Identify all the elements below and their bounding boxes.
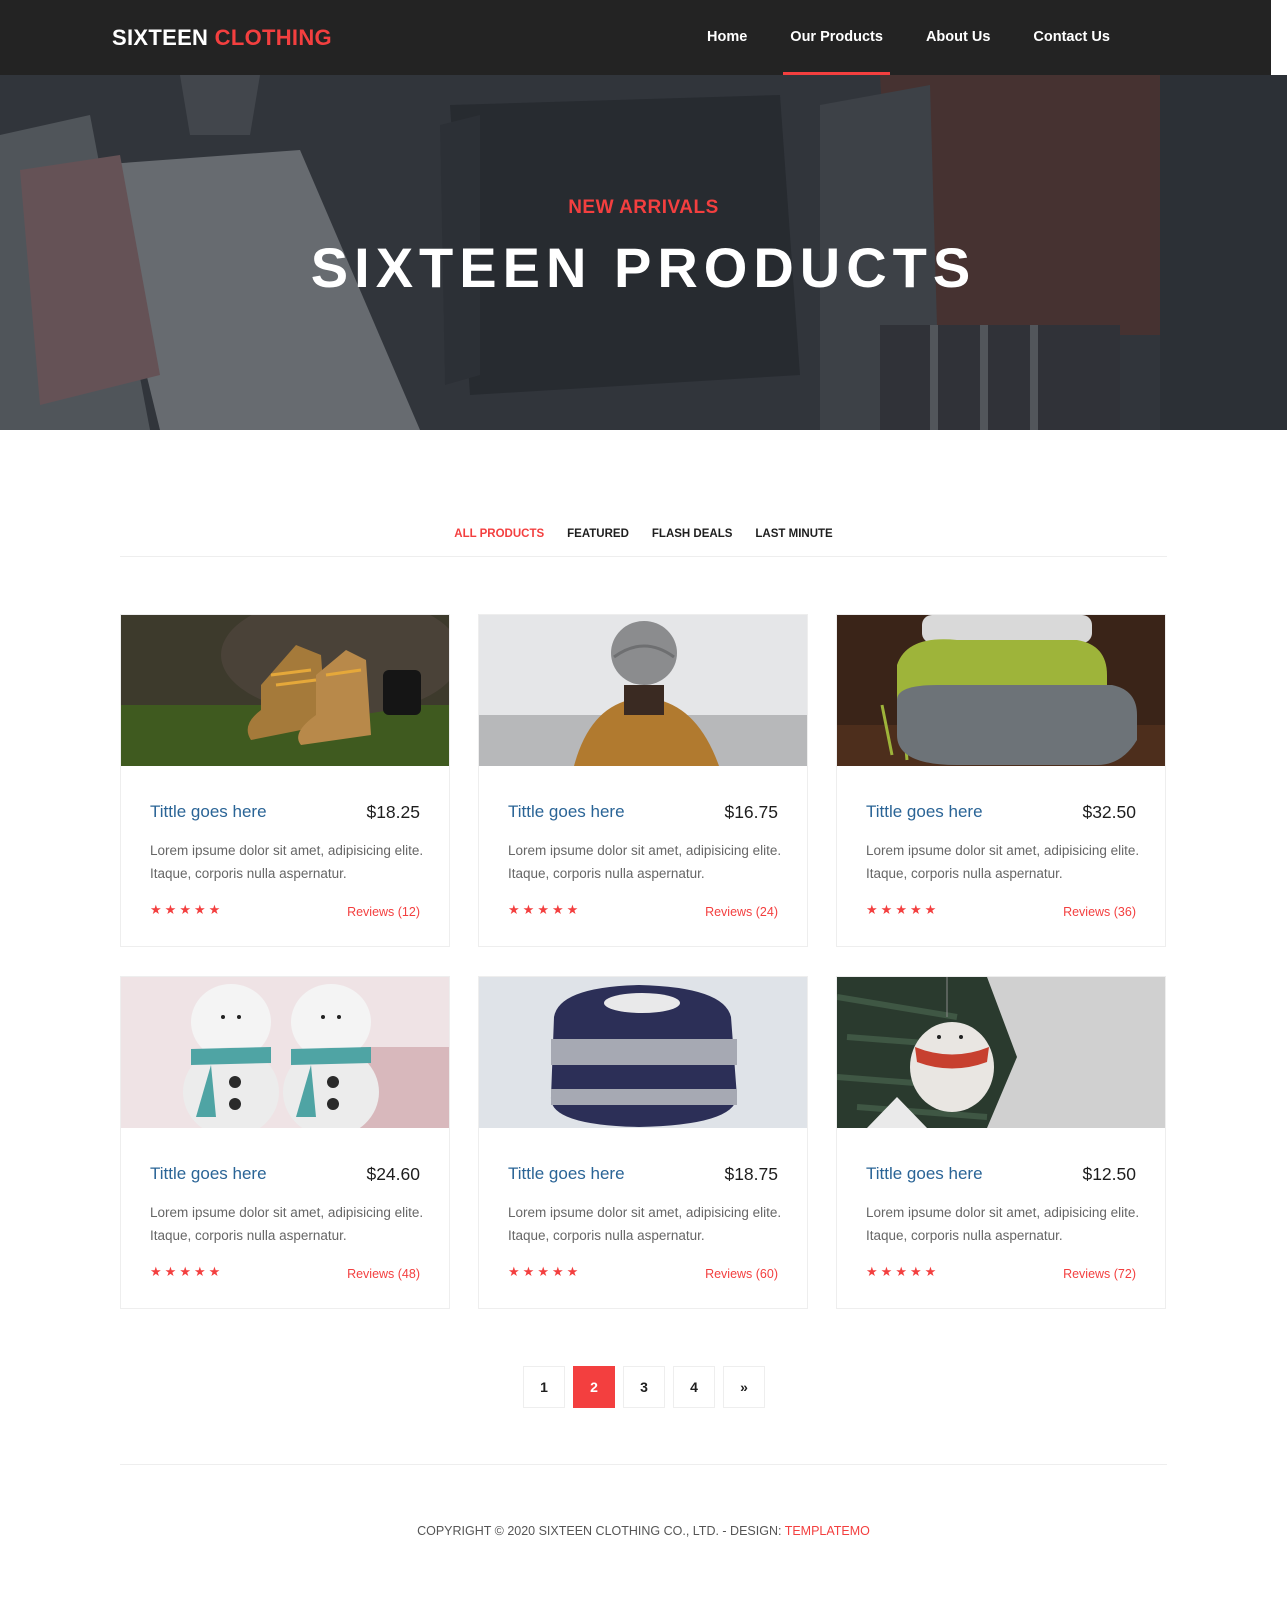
- product-description: Lorem ipsume dolor sit amet, adipisicing…: [150, 1205, 424, 1243]
- rating-stars: ★ ★ ★ ★ ★: [508, 902, 578, 918]
- star-icon: ★: [537, 1264, 549, 1279]
- hero-banner: NEW ARRIVALS SIXTEEN PRODUCTS: [0, 75, 1287, 430]
- star-icon: ★: [208, 902, 221, 917]
- star-icon: ★: [522, 1264, 535, 1279]
- hero-title: SIXTEEN PRODUCTS: [310, 236, 977, 299]
- product-price: $16.75: [724, 802, 778, 822]
- product-image-beanie-jacket[interactable]: [479, 615, 807, 766]
- site-header: SIXTEEN CLOTHING Home Our Products About…: [0, 0, 1271, 75]
- pagination: 1 2 3 4 »: [523, 1366, 765, 1408]
- product-card[interactable]: Tittle goes here $32.50 Lorem ipsume dol…: [836, 614, 1166, 947]
- reviews-link[interactable]: Reviews (48): [347, 1267, 420, 1281]
- footer-copyright: COPYRIGHT © 2020 SIXTEEN CLOTHING CO., L…: [0, 1524, 1287, 1538]
- star-icon: ★: [508, 1264, 520, 1279]
- star-icon: ★: [193, 1264, 206, 1279]
- product-title[interactable]: Tittle goes here: [150, 1164, 267, 1184]
- product-price: $32.50: [1082, 802, 1136, 822]
- rating-stars: ★ ★ ★ ★ ★: [508, 1264, 578, 1280]
- nav-our-products[interactable]: Our Products: [783, 0, 890, 75]
- nav-about-us[interactable]: About Us: [919, 0, 997, 75]
- page-4-button[interactable]: 4: [673, 1366, 715, 1408]
- product-description: Lorem ipsume dolor sit amet, adipisicing…: [866, 843, 1140, 881]
- reviews-link[interactable]: Reviews (60): [705, 1267, 778, 1281]
- product-card[interactable]: Tittle goes here $12.50 Lorem ipsume dol…: [836, 976, 1166, 1309]
- product-card[interactable]: Tittle goes here $24.60 Lorem ipsume dol…: [120, 976, 450, 1309]
- star-icon: ★: [537, 902, 549, 917]
- product-image-boots[interactable]: [121, 615, 449, 766]
- filter-featured[interactable]: FEATURED: [567, 525, 629, 556]
- footer-divider: [120, 1464, 1167, 1465]
- reviews-link[interactable]: Reviews (12): [347, 905, 420, 919]
- brand-name-part1: SIXTEEN: [112, 25, 209, 50]
- nav-contact-us[interactable]: Contact Us: [1026, 0, 1117, 75]
- star-icon: ★: [150, 1264, 162, 1279]
- star-icon: ★: [880, 902, 893, 917]
- star-icon: ★: [566, 1264, 579, 1279]
- star-icon: ★: [179, 902, 191, 917]
- copyright-text: COPYRIGHT © 2020 SIXTEEN CLOTHING CO., L…: [417, 1524, 782, 1538]
- star-icon: ★: [164, 902, 177, 917]
- star-icon: ★: [566, 902, 579, 917]
- nav-home[interactable]: Home: [700, 0, 754, 75]
- star-icon: ★: [551, 1264, 564, 1279]
- rating-stars: ★ ★ ★ ★ ★: [866, 1264, 936, 1280]
- star-icon: ★: [208, 1264, 221, 1279]
- product-image-ornament[interactable]: [837, 977, 1165, 1128]
- rating-stars: ★ ★ ★ ★ ★: [150, 1264, 220, 1280]
- star-icon: ★: [179, 1264, 191, 1279]
- rating-stars: ★ ★ ★ ★ ★: [150, 902, 220, 918]
- product-description: Lorem ipsume dolor sit amet, adipisicing…: [150, 843, 424, 881]
- star-icon: ★: [909, 902, 922, 917]
- product-description: Lorem ipsume dolor sit amet, adipisicing…: [508, 843, 782, 881]
- star-icon: ★: [193, 902, 206, 917]
- page-1-button[interactable]: 1: [523, 1366, 565, 1408]
- page-3-button[interactable]: 3: [623, 1366, 665, 1408]
- main-nav: Home Our Products About Us Contact Us: [700, 0, 1146, 75]
- product-description: Lorem ipsume dolor sit amet, adipisicing…: [866, 1205, 1140, 1243]
- product-image-snowmen[interactable]: [121, 977, 449, 1128]
- product-card[interactable]: Tittle goes here $18.75 Lorem ipsume dol…: [478, 976, 808, 1309]
- product-card[interactable]: Tittle goes here $16.75 Lorem ipsume dol…: [478, 614, 808, 947]
- reviews-link[interactable]: Reviews (24): [705, 905, 778, 919]
- star-icon: ★: [880, 1264, 893, 1279]
- product-price: $18.25: [366, 802, 420, 822]
- product-filters: ALL PRODUCTS FEATURED FLASH DEALS LAST M…: [120, 525, 1167, 557]
- product-title[interactable]: Tittle goes here: [508, 1164, 625, 1184]
- product-price: $24.60: [366, 1164, 420, 1184]
- product-image-scarves[interactable]: [837, 615, 1165, 766]
- product-price: $12.50: [1082, 1164, 1136, 1184]
- page-2-button[interactable]: 2: [573, 1366, 615, 1408]
- star-icon: ★: [866, 1264, 878, 1279]
- star-icon: ★: [522, 902, 535, 917]
- filter-all-products[interactable]: ALL PRODUCTS: [454, 525, 544, 556]
- star-icon: ★: [150, 902, 162, 917]
- star-icon: ★: [866, 902, 878, 917]
- star-icon: ★: [895, 902, 907, 917]
- reviews-link[interactable]: Reviews (36): [1063, 905, 1136, 919]
- brand-name-part2: CLOTHING: [214, 25, 332, 50]
- star-icon: ★: [924, 902, 937, 917]
- product-title[interactable]: Tittle goes here: [150, 802, 267, 822]
- next-page-button[interactable]: »: [723, 1366, 765, 1408]
- product-title[interactable]: Tittle goes here: [866, 802, 983, 822]
- product-title[interactable]: Tittle goes here: [508, 802, 625, 822]
- star-icon: ★: [164, 1264, 177, 1279]
- hero-subtitle: NEW ARRIVALS: [568, 197, 719, 218]
- product-description: Lorem ipsume dolor sit amet, adipisicing…: [508, 1205, 782, 1243]
- star-icon: ★: [895, 1264, 907, 1279]
- filter-last-minute[interactable]: LAST MINUTE: [755, 525, 832, 556]
- star-icon: ★: [508, 902, 520, 917]
- star-icon: ★: [551, 902, 564, 917]
- product-image-sweater[interactable]: [479, 977, 807, 1128]
- rating-stars: ★ ★ ★ ★ ★: [866, 902, 936, 918]
- filter-flash-deals[interactable]: FLASH DEALS: [652, 525, 733, 556]
- star-icon: ★: [909, 1264, 922, 1279]
- brand-logo[interactable]: SIXTEEN CLOTHING: [112, 25, 332, 51]
- star-icon: ★: [924, 1264, 937, 1279]
- product-card[interactable]: Tittle goes here $18.25 Lorem ipsume dol…: [120, 614, 450, 947]
- reviews-link[interactable]: Reviews (72): [1063, 1267, 1136, 1281]
- design-credit-link[interactable]: TEMPLATEMO: [785, 1524, 870, 1538]
- product-title[interactable]: Tittle goes here: [866, 1164, 983, 1184]
- product-price: $18.75: [724, 1164, 778, 1184]
